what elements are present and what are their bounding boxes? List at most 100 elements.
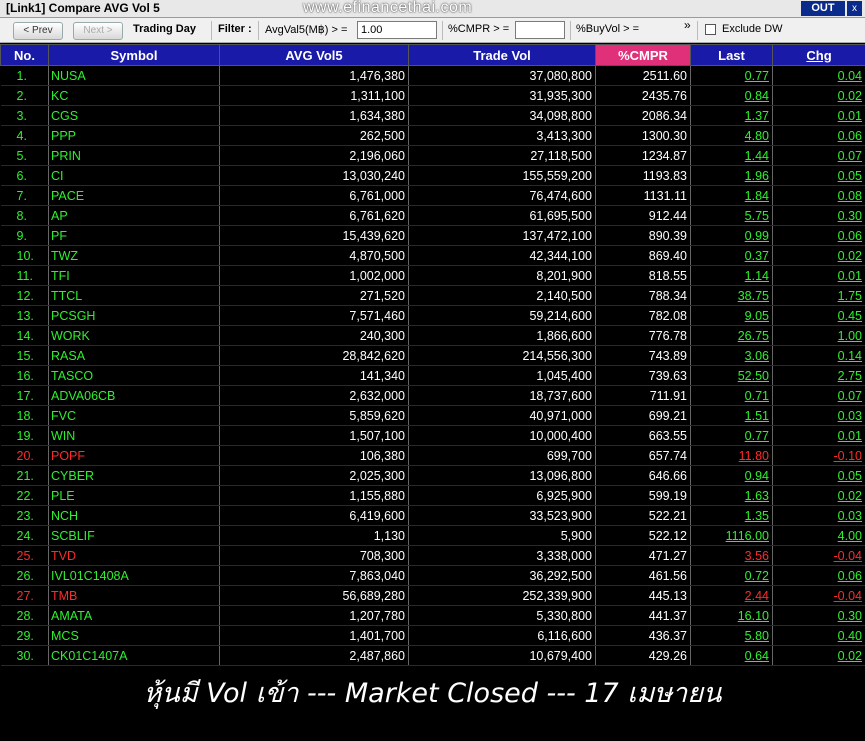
symbol-cell[interactable]: IVL01C1408A <box>48 565 220 586</box>
avgvol-filter-input[interactable]: 1.00 <box>357 21 437 39</box>
change-cell[interactable]: 0.40 <box>772 625 865 646</box>
symbol-cell[interactable]: PRIN <box>48 145 220 166</box>
last-price-cell[interactable]: 52.50 <box>690 365 773 386</box>
table-row[interactable]: 12. TTCL 271,520 2,140,500 788.34 38.75 1.75 <box>0 285 865 306</box>
change-cell[interactable]: 1.75 <box>772 285 865 306</box>
table-row[interactable]: 30. CK01C1407A 2,487,860 10,679,400 429.26 0.… <box>0 645 865 666</box>
symbol-cell[interactable]: ADVA06CB <box>48 385 220 406</box>
col-header-symbol[interactable]: Symbol <box>48 44 220 66</box>
symbol-cell[interactable]: FVC <box>48 405 220 426</box>
change-cell[interactable]: 0.06 <box>772 125 865 146</box>
change-cell[interactable]: 0.30 <box>772 205 865 226</box>
symbol-cell[interactable]: SCBLIF <box>48 525 220 546</box>
table-row[interactable]: 28. AMATA 1,207,780 5,330,800 441.37 16.10 0.3… <box>0 605 865 626</box>
change-cell[interactable]: 0.02 <box>772 245 865 266</box>
next-button[interactable]: Next > <box>73 22 123 40</box>
table-row[interactable]: 14. WORK 240,300 1,866,600 776.78 26.75 1.00 <box>0 325 865 346</box>
symbol-cell[interactable]: KC <box>48 85 220 106</box>
col-header-trade-vol[interactable]: Trade Vol <box>408 44 596 66</box>
symbol-cell[interactable]: WIN <box>48 425 220 446</box>
change-cell[interactable]: 0.05 <box>772 465 865 486</box>
table-row[interactable]: 22. PLE 1,155,880 6,925,900 599.19 1.63 0.02 <box>0 485 865 506</box>
symbol-cell[interactable]: CGS <box>48 105 220 126</box>
last-price-cell[interactable]: 1.44 <box>690 145 773 166</box>
last-price-cell[interactable]: 26.75 <box>690 325 773 346</box>
table-row[interactable]: 4. PPP 262,500 3,413,300 1300.30 4.80 0.06 <box>0 125 865 146</box>
last-price-cell[interactable]: 3.56 <box>690 545 773 566</box>
change-cell[interactable]: 0.30 <box>772 605 865 626</box>
last-price-cell[interactable]: 2.44 <box>690 585 773 606</box>
last-price-cell[interactable]: 1.37 <box>690 105 773 126</box>
change-cell[interactable]: 0.14 <box>772 345 865 366</box>
change-cell[interactable]: 0.45 <box>772 305 865 326</box>
cmpr-filter-input[interactable] <box>515 21 565 39</box>
overflow-chevron-icon[interactable]: » <box>684 18 691 32</box>
symbol-cell[interactable]: NUSA <box>48 65 220 86</box>
change-cell[interactable]: -0.04 <box>772 545 865 566</box>
change-cell[interactable]: 0.07 <box>772 145 865 166</box>
exclude-dw-label[interactable]: Exclude DW <box>722 23 783 35</box>
col-header-no[interactable]: No. <box>0 44 49 66</box>
last-price-cell[interactable]: 0.99 <box>690 225 773 246</box>
symbol-cell[interactable]: PPP <box>48 125 220 146</box>
change-cell[interactable]: 0.03 <box>772 505 865 526</box>
last-price-cell[interactable]: 0.71 <box>690 385 773 406</box>
table-row[interactable]: 21. CYBER 2,025,300 13,096,800 646.66 0.94 0.0… <box>0 465 865 486</box>
change-cell[interactable]: 4.00 <box>772 525 865 546</box>
last-price-cell[interactable]: 1.51 <box>690 405 773 426</box>
symbol-cell[interactable]: NCH <box>48 505 220 526</box>
symbol-cell[interactable]: TTCL <box>48 285 220 306</box>
last-price-cell[interactable]: 0.77 <box>690 425 773 446</box>
symbol-cell[interactable]: CI <box>48 165 220 186</box>
change-cell[interactable]: 0.07 <box>772 385 865 406</box>
symbol-cell[interactable]: TVD <box>48 545 220 566</box>
change-cell[interactable]: 2.75 <box>772 365 865 386</box>
change-cell[interactable]: 0.06 <box>772 225 865 246</box>
change-cell[interactable]: -0.10 <box>772 445 865 466</box>
prev-button[interactable]: < Prev <box>13 22 63 40</box>
table-row[interactable]: 9. PF 15,439,620 137,472,100 890.39 0.99 0.06 <box>0 225 865 246</box>
table-row[interactable]: 27. TMB 56,689,280 252,339,900 445.13 2.44 -0.… <box>0 585 865 606</box>
change-cell[interactable]: 0.02 <box>772 645 865 666</box>
symbol-cell[interactable]: CK01C1407A <box>48 645 220 666</box>
last-price-cell[interactable]: 0.94 <box>690 465 773 486</box>
table-row[interactable]: 29. MCS 1,401,700 6,116,600 436.37 5.80 0.40 <box>0 625 865 646</box>
table-row[interactable]: 15. RASA 28,842,620 214,556,300 743.89 3.06 0.… <box>0 345 865 366</box>
symbol-cell[interactable]: WORK <box>48 325 220 346</box>
col-header-avg-vol5[interactable]: AVG Vol5 <box>219 44 409 66</box>
change-cell[interactable]: 1.00 <box>772 325 865 346</box>
change-cell[interactable]: 0.03 <box>772 405 865 426</box>
last-price-cell[interactable]: 0.77 <box>690 65 773 86</box>
last-price-cell[interactable]: 1116.00 <box>690 525 773 546</box>
last-price-cell[interactable]: 1.96 <box>690 165 773 186</box>
col-header-cmpr[interactable]: %CMPR <box>595 44 691 66</box>
symbol-cell[interactable]: TMB <box>48 585 220 606</box>
last-price-cell[interactable]: 5.80 <box>690 625 773 646</box>
last-price-cell[interactable]: 1.63 <box>690 485 773 506</box>
close-button[interactable]: x <box>847 1 862 16</box>
table-row[interactable]: 23. NCH 6,419,600 33,523,900 522.21 1.35 0.03 <box>0 505 865 526</box>
table-row[interactable]: 26. IVL01C1408A 7,863,040 36,292,500 461.56 0… <box>0 565 865 586</box>
last-price-cell[interactable]: 1.84 <box>690 185 773 206</box>
last-price-cell[interactable]: 0.84 <box>690 85 773 106</box>
symbol-cell[interactable]: PCSGH <box>48 305 220 326</box>
change-cell[interactable]: 0.05 <box>772 165 865 186</box>
change-cell[interactable]: 0.02 <box>772 85 865 106</box>
symbol-cell[interactable]: PLE <box>48 485 220 506</box>
table-row[interactable]: 1. NUSA 1,476,380 37,080,800 2511.60 0.77 0.04 <box>0 65 865 86</box>
last-price-cell[interactable]: 1.35 <box>690 505 773 526</box>
symbol-cell[interactable]: TFI <box>48 265 220 286</box>
exclude-dw-checkbox[interactable] <box>705 24 716 35</box>
table-row[interactable]: 8. AP 6,761,620 61,695,500 912.44 5.75 0.30 <box>0 205 865 226</box>
symbol-cell[interactable]: PF <box>48 225 220 246</box>
table-row[interactable]: 7. PACE 6,761,000 76,474,600 1131.11 1.84 0.08 <box>0 185 865 206</box>
symbol-cell[interactable]: CYBER <box>48 465 220 486</box>
symbol-cell[interactable]: POPF <box>48 445 220 466</box>
last-price-cell[interactable]: 4.80 <box>690 125 773 146</box>
table-row[interactable]: 5. PRIN 2,196,060 27,118,500 1234.87 1.44 0.07 <box>0 145 865 166</box>
symbol-cell[interactable]: TWZ <box>48 245 220 266</box>
col-header-chg[interactable]: Chg <box>772 44 865 66</box>
out-button[interactable]: OUT <box>801 1 845 16</box>
change-cell[interactable]: 0.06 <box>772 565 865 586</box>
symbol-cell[interactable]: MCS <box>48 625 220 646</box>
